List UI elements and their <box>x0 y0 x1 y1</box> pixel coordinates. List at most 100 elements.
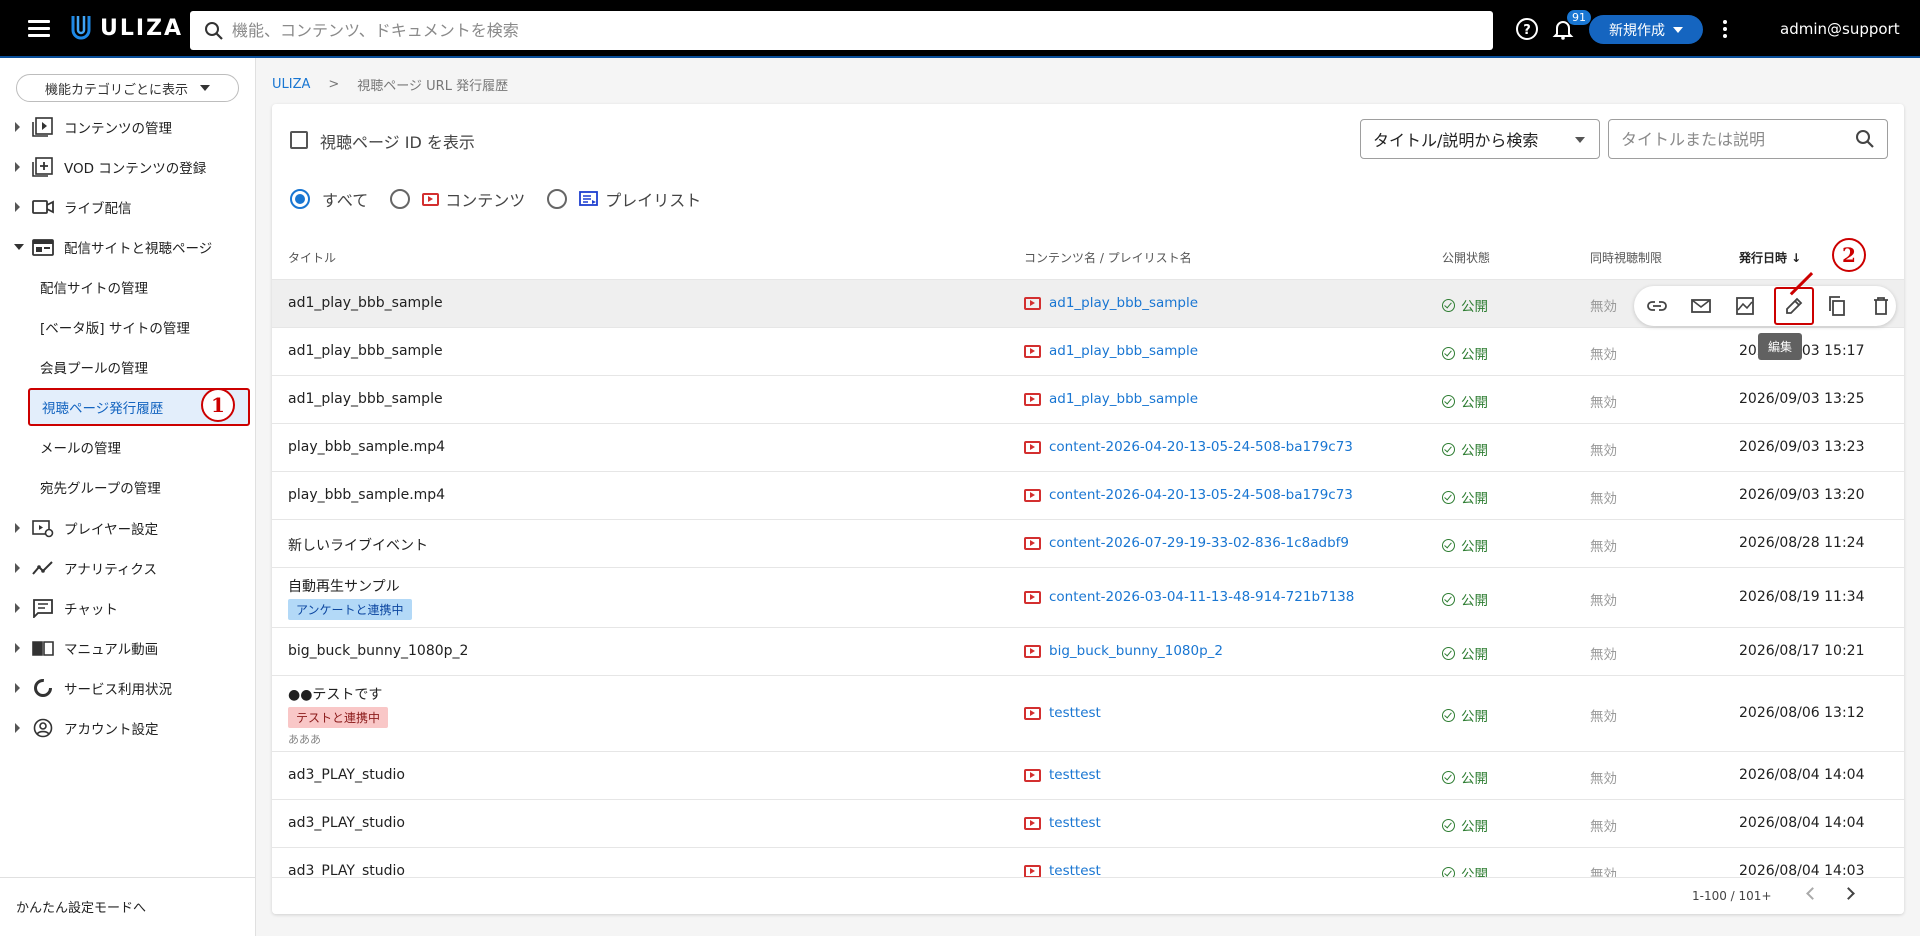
sidebar-item-analytics[interactable]: アナリティクス <box>0 550 256 586</box>
table-row[interactable]: play_bbb_sample.mp4 content-2026-04-20-13… <box>272 423 1904 471</box>
table-row[interactable]: 新しいライブイベント content-2026-07-29-19-33-02-83… <box>272 519 1904 567</box>
sidebar-subitem-label: 配信サイトの管理 <box>40 281 148 297</box>
more-vert-icon[interactable] <box>1723 20 1727 41</box>
title-search-field[interactable] <box>1608 119 1888 159</box>
copy-icon[interactable] <box>1824 293 1850 319</box>
expand-icon <box>15 563 20 573</box>
sidebar-item-player[interactable]: プレイヤー設定 <box>0 510 256 546</box>
sidebar-item-account[interactable]: アカウント設定 <box>0 710 256 746</box>
category-view-button[interactable]: 機能カテゴリごとに表示 <box>16 74 239 102</box>
sidebar-item-chat[interactable]: チャット <box>0 590 256 626</box>
header-date-sort[interactable]: 発行日時 ↓ <box>1739 249 1801 266</box>
issue-date: 2026/08/19 11:34 <box>1739 589 1865 605</box>
table-row[interactable]: ad3_PLAY_studio testtest 公開 無効 2026/08/04 14… <box>272 799 1904 847</box>
filter-all[interactable]: すべて <box>290 187 368 211</box>
search-icon[interactable] <box>1855 129 1875 149</box>
chevron-right-icon[interactable] <box>1842 887 1855 900</box>
content-link[interactable]: testtest <box>1024 705 1101 721</box>
table-row[interactable]: ●●テストです テストと連携中 あああ testtest 公開 無効 2026/08/06 … <box>272 675 1904 751</box>
sidebar-item-label: コンテンツの管理 <box>64 121 172 137</box>
table-row[interactable]: ad1_play_bbb_sample ad1_play_bbb_sample 公開… <box>272 327 1904 375</box>
mail-icon[interactable] <box>1688 293 1714 319</box>
sidebar-item-sites[interactable]: 配信サイトと視聴ページ <box>0 229 256 265</box>
limit-value: 無効 <box>1590 539 1617 555</box>
check-circle-icon <box>1442 490 1455 504</box>
sidebar-subitem-recipient-group[interactable]: 宛先グループの管理 <box>0 468 256 506</box>
content-link[interactable]: ad1_play_bbb_sample <box>1024 391 1198 407</box>
sidebar-item-usage[interactable]: サービス利用状況 <box>0 670 256 706</box>
content-link[interactable]: content-2026-07-29-19-33-02-836-1c8adbf9 <box>1024 535 1349 551</box>
sidebar-item-vod-register[interactable]: VOD コンテンツの登録 <box>0 149 256 185</box>
expand-icon <box>15 162 20 172</box>
table-row[interactable]: ad3_PLAY_studio testtest 公開 無効 2026/08/04 14… <box>272 751 1904 799</box>
status-text: 公開 <box>1461 647 1488 663</box>
content-link[interactable]: content-2026-03-04-11-13-48-914-721b7138 <box>1024 589 1354 605</box>
content-name: ad1_play_bbb_sample <box>1049 343 1199 359</box>
sidebar-subitem-member-pool[interactable]: 会員プールの管理 <box>0 348 256 386</box>
filter-content[interactable]: コンテンツ <box>390 187 525 211</box>
content-link[interactable]: content-2026-04-20-13-05-24-508-ba179c73 <box>1024 487 1353 503</box>
global-search-input[interactable] <box>232 21 1493 40</box>
chevron-left-icon[interactable] <box>1806 887 1819 900</box>
content-link[interactable]: ad1_play_bbb_sample <box>1024 343 1198 359</box>
header-content: コンテンツ名 / プレイリスト名 <box>1024 251 1192 265</box>
breadcrumb-root[interactable]: ULIZA <box>272 77 310 92</box>
global-search[interactable] <box>190 11 1493 50</box>
sidebar-subitem-label: 宛先グループの管理 <box>40 481 161 497</box>
content-name: testtest <box>1049 767 1101 783</box>
sidebar-divider <box>0 877 256 878</box>
row-title: ad1_play_bbb_sample <box>288 343 443 359</box>
status-badge: 公開 <box>1442 705 1488 725</box>
image-icon[interactable] <box>1732 293 1758 319</box>
table-row[interactable]: ad1_play_bbb_sample ad1_play_bbb_sample 公開… <box>272 375 1904 423</box>
sidebar-subitem-beta-site[interactable]: [ベータ版] サイトの管理 <box>0 308 256 346</box>
status-badge: 公開 <box>1442 767 1488 787</box>
row-title-cell: big_buck_bunny_1080p_2 <box>288 643 468 659</box>
delete-icon[interactable] <box>1868 293 1894 319</box>
expand-icon <box>15 643 20 653</box>
filter-playlist[interactable]: プレイリスト <box>547 187 701 211</box>
breadcrumb-separator: > <box>328 77 340 92</box>
sidebar-item-label: マニュアル動画 <box>64 642 159 658</box>
row-title-cell: ad3_PLAY_studio <box>288 767 405 783</box>
title-search-input[interactable] <box>1621 129 1855 149</box>
uliza-logo[interactable]: ULIZA <box>70 14 183 42</box>
sidebar-subitem-label: 会員プールの管理 <box>40 361 148 377</box>
status-text: 公開 <box>1461 491 1488 507</box>
sidebar-subitem-mail[interactable]: メールの管理 <box>0 428 256 466</box>
issue-date: 2026/08/06 13:12 <box>1739 705 1865 721</box>
user-account[interactable]: admin@support <box>1780 20 1900 38</box>
sidebar-item-live[interactable]: ライブ配信 <box>0 189 256 225</box>
content-link[interactable]: ad1_play_bbb_sample <box>1024 295 1198 311</box>
sidebar-item-content[interactable]: コンテンツの管理 <box>0 109 256 145</box>
search-mode-select[interactable]: タイトル/説明から検索 <box>1360 119 1600 159</box>
status-badge: 公開 <box>1442 343 1488 363</box>
content-link[interactable]: testtest <box>1024 815 1101 831</box>
new-create-button[interactable]: 新規作成 <box>1589 15 1703 44</box>
row-title: ad3_PLAY_studio <box>288 767 405 783</box>
sidebar-subitem-site-manage[interactable]: 配信サイトの管理 <box>0 268 256 306</box>
help-icon[interactable]: ? <box>1515 17 1539 41</box>
chevron-down-icon <box>1575 137 1585 143</box>
menu-icon[interactable] <box>28 20 50 38</box>
video-icon <box>1024 488 1041 502</box>
search-icon <box>205 21 223 40</box>
status-text: 公開 <box>1461 443 1488 459</box>
top-bar: ULIZA ? 91 新規作成 admin@support <box>0 0 1920 58</box>
show-id-checkbox[interactable] <box>290 131 308 149</box>
table-row[interactable]: play_bbb_sample.mp4 content-2026-04-20-13… <box>272 471 1904 519</box>
status-text: 公開 <box>1461 593 1488 609</box>
status-badge: 公開 <box>1442 487 1488 507</box>
table-row[interactable]: big_buck_bunny_1080p_2 big_buck_bunny_108… <box>272 627 1904 675</box>
table-row[interactable]: 自動再生サンプル アンケートと連携中 content-2026-03-04-11-1… <box>272 567 1904 627</box>
video-icon <box>1024 644 1041 658</box>
easy-mode-link[interactable]: かんたん設定モードへ <box>16 897 146 916</box>
content-link[interactable]: big_buck_bunny_1080p_2 <box>1024 643 1223 659</box>
content-link[interactable]: content-2026-04-20-13-05-24-508-ba179c73 <box>1024 439 1353 455</box>
annotation-marker-2: 2 <box>1832 238 1866 272</box>
content-link[interactable]: testtest <box>1024 767 1101 783</box>
sidebar-item-manual[interactable]: マニュアル動画 <box>0 630 256 666</box>
issue-date: 2026/09/03 13:23 <box>1739 439 1865 455</box>
sidebar-item-label: 配信サイトと視聴ページ <box>64 241 213 257</box>
link-icon[interactable] <box>1644 293 1670 319</box>
